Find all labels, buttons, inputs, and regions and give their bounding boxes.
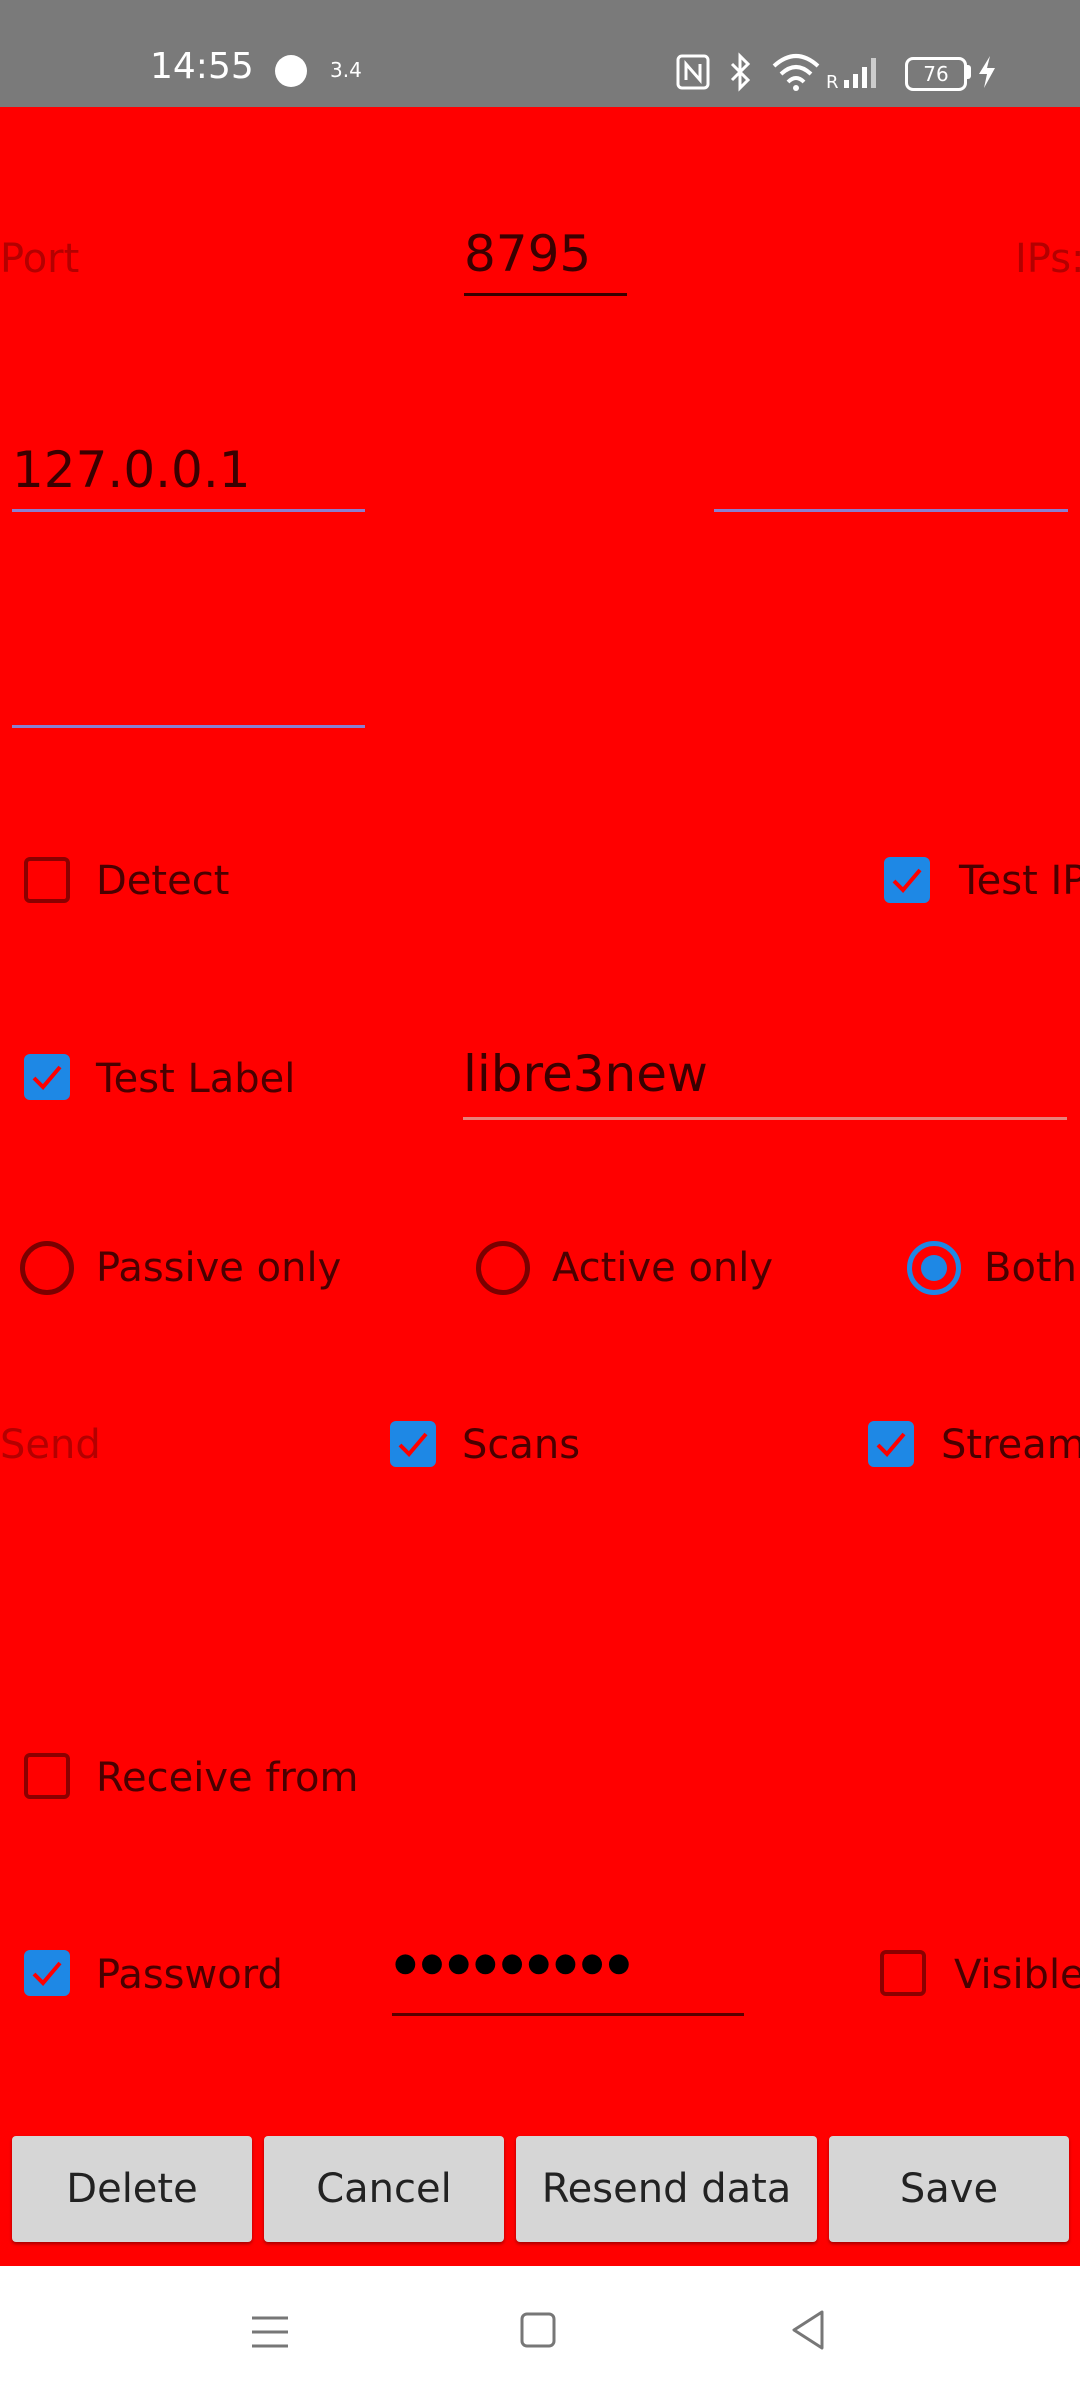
status-bar: 14:55 3.4 R 76 [0,0,1080,107]
scans-checkbox[interactable] [390,1421,436,1467]
visible-checkbox[interactable] [880,1950,926,1996]
test-ip-label: Test IP [959,858,1080,904]
receive-from-label: Receive from [96,1755,359,1801]
radio-passive-only[interactable] [20,1241,74,1295]
checkmark-icon [892,868,922,893]
ips-label: IPs: [1015,236,1080,282]
stream-label: Stream [941,1422,1080,1468]
back-icon[interactable] [786,2308,830,2356]
port-label: Port [0,236,80,282]
svg-text:R: R [826,72,839,90]
data-saver-icon [272,52,310,94]
test-label-checkbox[interactable] [24,1054,70,1100]
radio-both[interactable] [907,1241,961,1295]
password-input[interactable]: ●●●●●●●●● [392,1944,744,2016]
delete-button[interactable]: Delete [12,2136,252,2242]
battery-tip [966,65,971,79]
cancel-button[interactable]: Cancel [264,2136,504,2242]
password-checkbox[interactable] [24,1950,70,1996]
navigation-bar [0,2266,1080,2400]
bluetooth-icon [724,52,760,96]
receive-from-checkbox[interactable] [24,1753,70,1799]
stream-checkbox[interactable] [868,1421,914,1467]
network-speed: 3.4 [330,58,362,82]
both-label: Both [984,1245,1077,1291]
ip-input-1[interactable] [12,436,365,512]
test-label-label: Test Label [96,1056,296,1102]
scans-label: Scans [462,1422,581,1468]
nfc-icon [676,54,710,94]
checkmark-icon [876,1432,906,1457]
checkmark-icon [32,1961,62,1986]
password-label: Password [96,1952,283,1998]
visible-label: Visible [954,1952,1080,1998]
checkmark-icon [32,1065,62,1090]
home-icon[interactable] [518,2310,558,2354]
detect-label: Detect [96,858,230,904]
signal-icon: R [826,54,884,94]
passive-only-label: Passive only [96,1245,342,1291]
password-dots: ●●●●●●●●● [394,1948,635,1978]
save-button[interactable]: Save [829,2136,1069,2242]
charging-icon [976,54,998,94]
wifi-icon [770,52,822,96]
ip-input-3[interactable] [12,652,365,728]
test-ip-checkbox[interactable] [884,857,930,903]
checkmark-icon [398,1432,428,1457]
test-label-input[interactable] [463,1036,1067,1120]
battery-icon: 76 [905,57,967,91]
radio-active-only[interactable] [476,1241,530,1295]
port-input[interactable] [464,220,627,296]
resend-data-button[interactable]: Resend data [516,2136,817,2242]
menu-icon[interactable] [248,2310,292,2358]
active-only-label: Active only [552,1245,774,1291]
status-time: 14:55 [150,46,254,87]
send-label: Send [0,1422,101,1468]
ip-input-2[interactable] [714,436,1068,512]
detect-checkbox[interactable] [24,857,70,903]
